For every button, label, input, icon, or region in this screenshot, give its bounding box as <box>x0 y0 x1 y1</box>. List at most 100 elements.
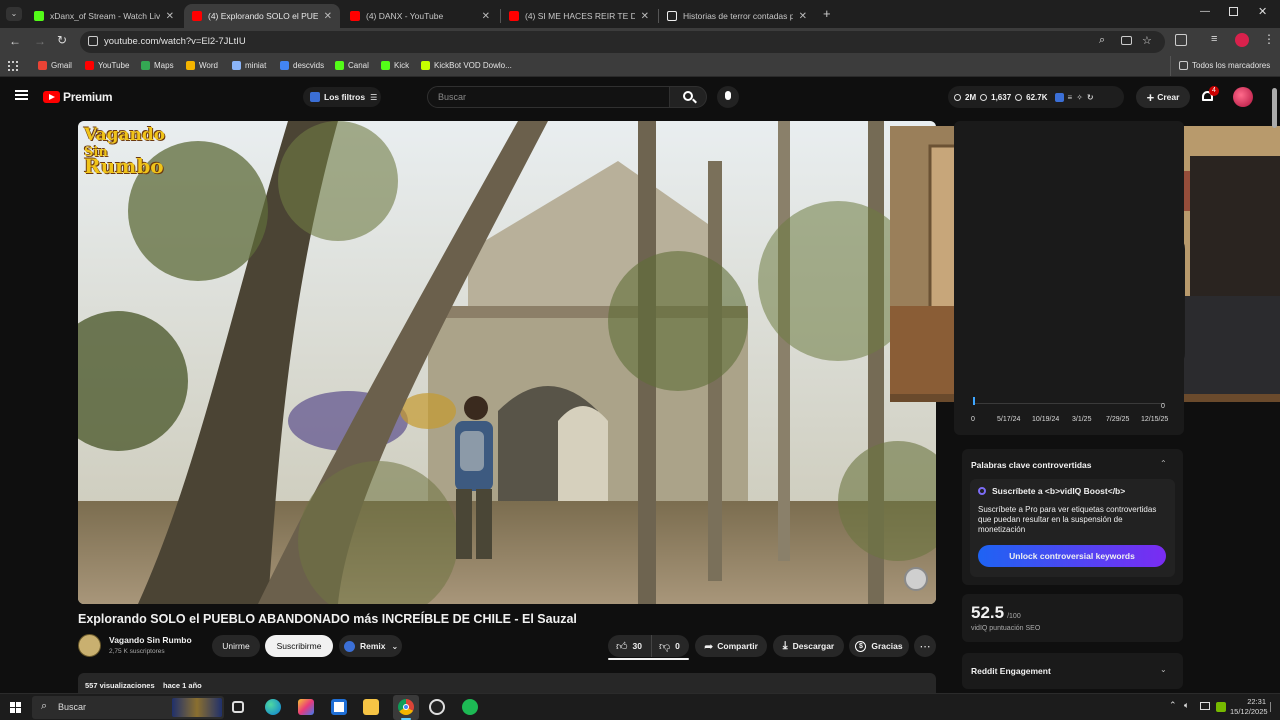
chrome-menu-icon[interactable]: ⋮ <box>1263 32 1275 46</box>
url-text[interactable]: youtube.com/watch?v=El2-7JLtIU <box>104 36 246 47</box>
video-player[interactable]: Vagando Sin Rumbo <box>78 121 936 604</box>
browser-tab-1[interactable]: xDanx_of Stream - Watch Live o ✕ <box>26 4 182 28</box>
bookmark-youtube[interactable]: YouTube <box>85 61 129 70</box>
account-avatar[interactable] <box>1233 87 1253 107</box>
vidiq-stats-bar[interactable]: 2M 1,637 62.7K ≡ ✧ ↻ <box>948 86 1124 108</box>
bookmark-descvids[interactable]: descvids <box>280 61 324 70</box>
bookmark-label: Kick <box>394 61 410 70</box>
bookmark-canal[interactable]: Canal <box>335 61 369 70</box>
bookmark-miniat[interactable]: miniat <box>232 61 266 70</box>
reddit-engagement-card[interactable]: Reddit Engagement ⌄ <box>962 653 1183 689</box>
channel-name[interactable]: Vagando Sin Rumbo <box>109 635 192 645</box>
tray-clock[interactable]: 22:31 15/12/2025 <box>1230 697 1268 717</box>
chrome-taskbar-active[interactable] <box>393 695 419 720</box>
volume-icon[interactable]: 🔈︎ <box>1184 700 1189 711</box>
close-tab-icon[interactable]: ✕ <box>324 11 332 22</box>
copilot-icon[interactable] <box>298 699 314 715</box>
notifications-button[interactable]: 4 <box>1201 86 1219 104</box>
thanks-button[interactable]: $ Gracias <box>849 635 909 657</box>
create-button[interactable]: + Crear <box>1136 86 1190 108</box>
taskbar-search-box[interactable]: ⌕ Buscar <box>32 696 224 719</box>
page-scrollbar[interactable] <box>1272 88 1277 128</box>
browser-tab-2-active[interactable]: (4) Explorando SOLO el PUEBLO ✕ <box>184 4 340 28</box>
share-button[interactable]: ➦ Compartir <box>695 635 767 657</box>
bookmark-star-icon[interactable]: ☆ <box>1142 34 1152 47</box>
close-tab-icon[interactable]: ✕ <box>482 11 490 22</box>
nvidia-icon[interactable] <box>1216 702 1226 712</box>
youtube-favicon-icon <box>192 11 202 21</box>
zoom-icon[interactable]: ⌕ <box>1099 34 1105 47</box>
search-button[interactable] <box>669 86 707 108</box>
browser-tab-4[interactable]: (4) SI ME HACES REIR TE DOY D ✕ <box>501 4 657 28</box>
youtube-premium-logo[interactable]: Premium <box>43 90 113 104</box>
unlock-controversial-button[interactable]: Unlock controversial keywords <box>978 545 1166 567</box>
cast-icon[interactable] <box>1121 36 1132 45</box>
task-view-icon[interactable] <box>232 701 244 713</box>
download-button[interactable]: ⤓ Descargar <box>773 635 844 657</box>
filters-button[interactable]: Los filtros ☰ <box>303 87 381 107</box>
join-button[interactable]: Unirme <box>212 635 260 657</box>
back-icon[interactable]: ← <box>9 34 21 48</box>
unlock-label: Unlock controversial keywords <box>1009 551 1135 561</box>
bookmark-gmail[interactable]: Gmail <box>38 61 72 70</box>
close-tab-icon[interactable]: ✕ <box>799 11 807 22</box>
close-tab-icon[interactable]: ✕ <box>166 11 174 22</box>
close-tab-icon[interactable]: ✕ <box>641 11 649 22</box>
close-window-icon[interactable]: ✕ <box>1258 5 1267 18</box>
subscribe-label: Suscribirme <box>276 641 322 651</box>
media-controls-icon[interactable]: ≡ <box>1211 33 1217 45</box>
profile-avatar[interactable] <box>1235 33 1249 47</box>
notification-center-icon[interactable] <box>1270 702 1276 712</box>
bookmark-label: KickBot VOD Dowlo... <box>434 61 512 70</box>
all-bookmarks-folder[interactable]: Todos los marcadores <box>1179 61 1270 70</box>
site-info-icon[interactable] <box>88 36 98 46</box>
obs-icon[interactable] <box>429 699 445 715</box>
collapse-chevron-icon[interactable]: ⌃ <box>1160 459 1167 468</box>
bookmark-kick[interactable]: Kick <box>381 61 409 70</box>
branding-watermark-icon[interactable] <box>904 567 928 591</box>
search-input[interactable]: Buscar <box>427 86 670 108</box>
new-tab-icon[interactable]: + <box>823 6 831 21</box>
minimize-icon[interactable]: — <box>1200 6 1210 17</box>
filters-label: Los filtros <box>324 92 366 102</box>
dislike-button[interactable]: 👎︎ 0 <box>652 640 680 653</box>
seo-score-label: vidIQ puntuación SEO <box>971 625 1041 632</box>
thumbs-up-icon: 👍︎ <box>616 640 628 653</box>
file-explorer-icon[interactable] <box>363 699 379 715</box>
tray-overflow-icon[interactable]: ⌃ <box>1169 700 1177 711</box>
forward-icon[interactable]: → <box>34 34 46 48</box>
browser-tab-5[interactable]: Historias de terror contadas po ✕ <box>659 4 815 28</box>
like-button[interactable]: 👍︎ 30 <box>608 635 652 657</box>
description-box[interactable]: 557 visualizaciones hace 1 año <box>78 673 936 693</box>
spotify-icon[interactable] <box>462 699 478 715</box>
tab-title: xDanx_of Stream - Watch Live o <box>50 11 160 21</box>
bookmark-kickbot[interactable]: KickBot VOD Dowlo... <box>421 61 512 70</box>
expand-chevron-icon[interactable]: ⌄ <box>1160 665 1167 674</box>
join-label: Unirme <box>222 641 250 651</box>
clock-time: 22:31 <box>1247 697 1266 706</box>
store-icon[interactable] <box>331 699 347 715</box>
extensions-icon[interactable] <box>1175 34 1187 46</box>
remix-button[interactable]: Remix ⌄ <box>339 635 402 657</box>
hamburger-menu-icon[interactable] <box>15 90 28 100</box>
youtube-favicon-icon <box>509 11 519 21</box>
voice-search-button[interactable] <box>717 86 739 108</box>
reload-icon[interactable]: ↻ <box>57 33 67 47</box>
browser-tab-3[interactable]: (4) DANX - YouTube ✕ <box>342 4 498 28</box>
network-icon[interactable] <box>1200 702 1210 710</box>
omnibox[interactable]: youtube.com/watch?v=El2-7JLtIU ⌕ ☆ <box>80 31 1165 53</box>
apps-grid-icon[interactable] <box>8 61 18 71</box>
channel-avatar[interactable] <box>78 634 101 657</box>
bookmark-label: Gmail <box>51 61 72 70</box>
windows-start-icon[interactable] <box>10 702 21 713</box>
vidiq-boost-icon <box>978 487 986 495</box>
subscribe-button[interactable]: Suscribirme <box>265 635 333 657</box>
more-actions-button[interactable]: ⋯ <box>914 635 936 657</box>
bookmark-word[interactable]: Word <box>186 61 218 70</box>
bookmark-maps[interactable]: Maps <box>141 61 174 70</box>
edge-icon[interactable] <box>265 699 281 715</box>
tab-search-button[interactable]: ⌄ <box>6 7 22 21</box>
chevron-down-icon: ⌄ <box>391 641 399 651</box>
channel-watermark-logo: Vagando Sin Rumbo <box>84 127 165 177</box>
restore-icon[interactable] <box>1229 7 1238 16</box>
